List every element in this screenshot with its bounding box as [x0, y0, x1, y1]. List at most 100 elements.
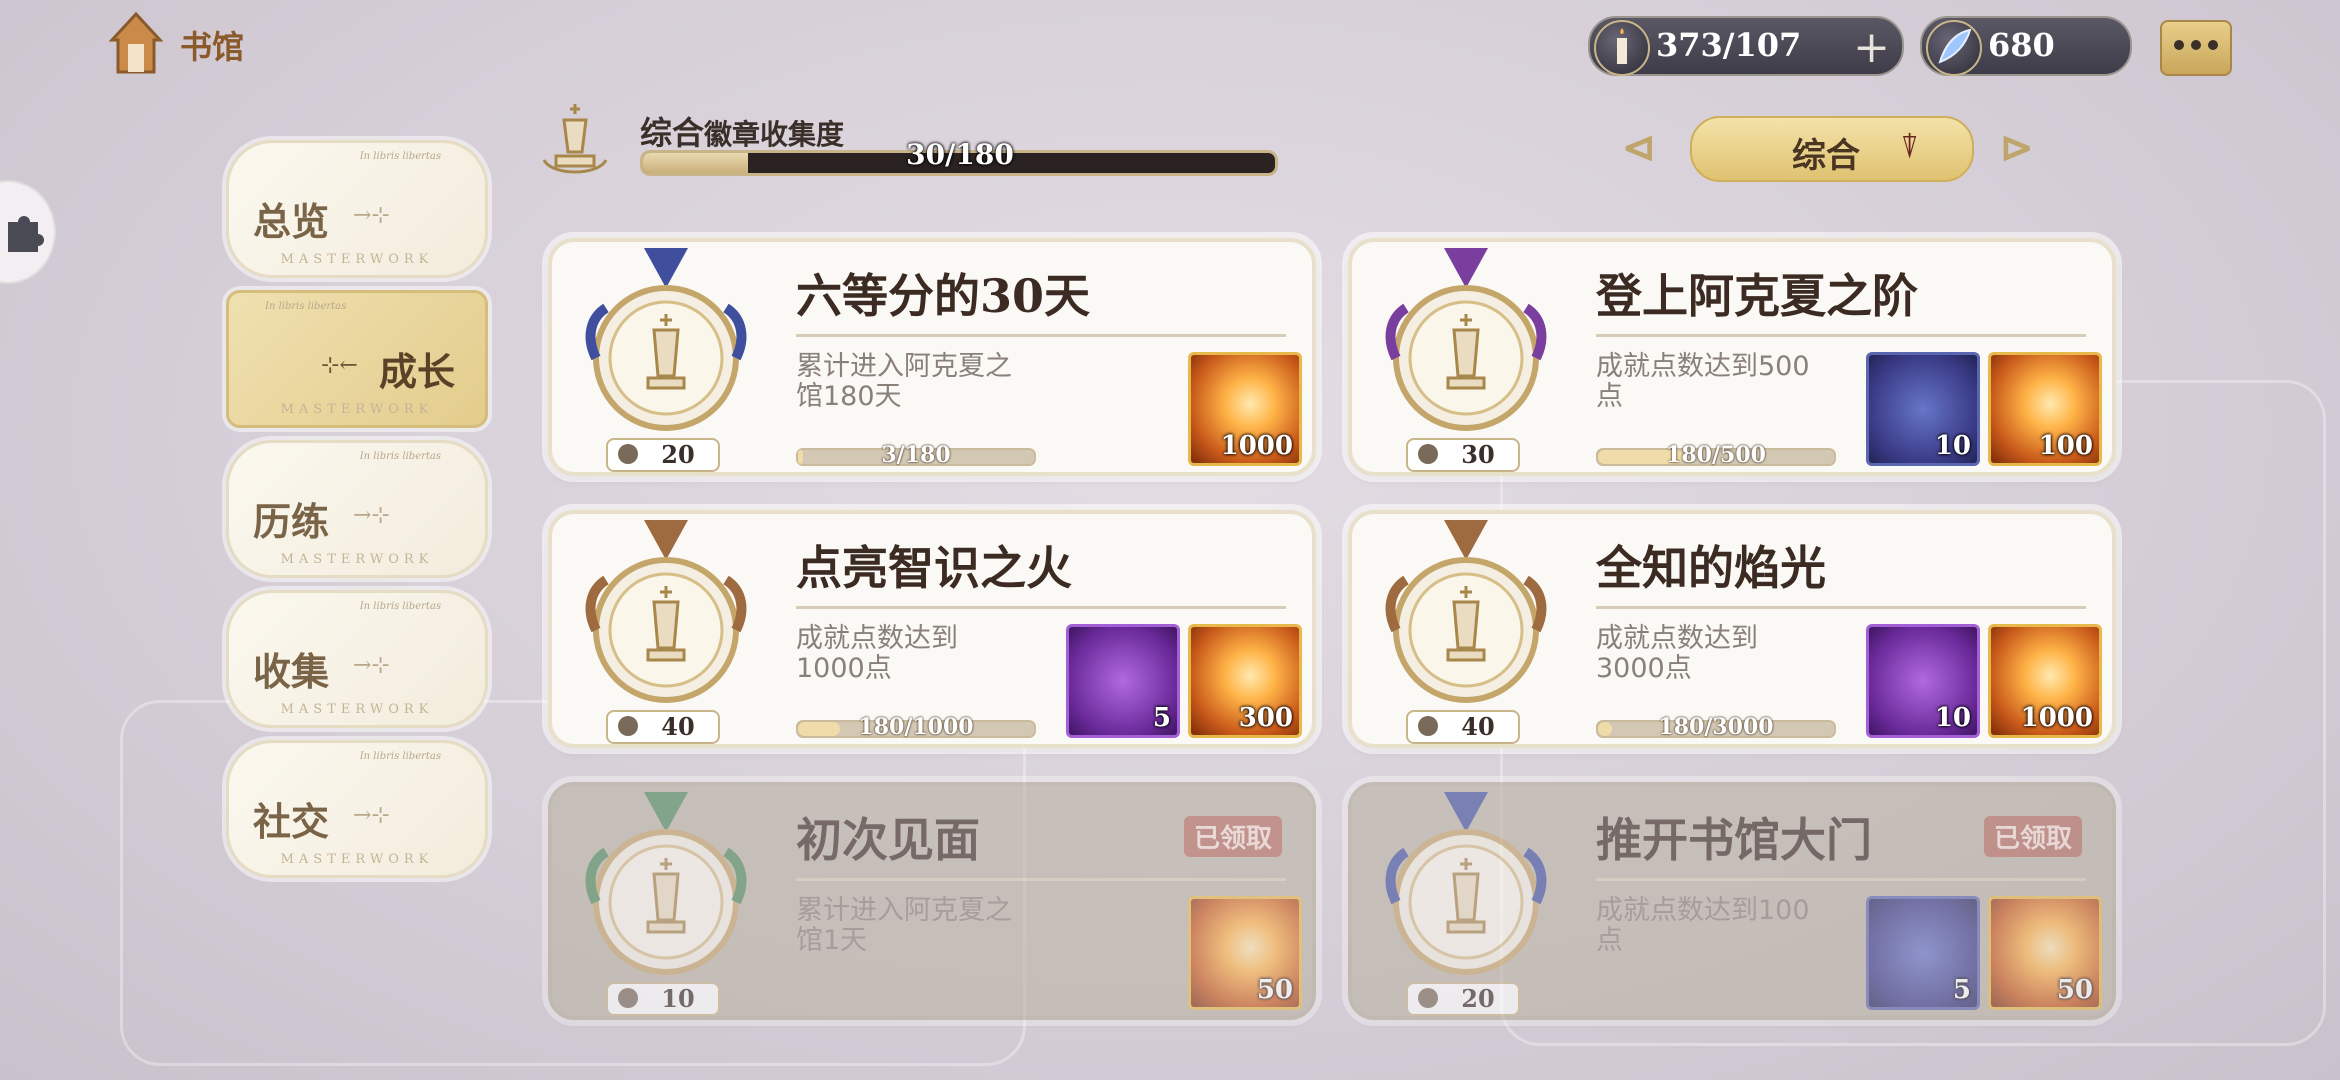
medal-small-icon [618, 444, 638, 464]
reward-count: 10 [1934, 703, 1971, 733]
filter-dropdown[interactable]: 综合 ⍒ [1690, 116, 1974, 182]
medal-small-icon [618, 988, 638, 1008]
achievement-title: 推开书馆大门 [1596, 813, 1872, 867]
feather-reward-icon[interactable]: 1000 [1188, 352, 1302, 466]
reward-count: 100 [2038, 431, 2093, 461]
add-candle-button[interactable]: + [1853, 22, 1890, 73]
feather-reward-icon[interactable]: 1000 [1988, 624, 2102, 738]
achievement-progress-text: 3/180 [881, 442, 951, 468]
title-divider [1596, 878, 2086, 881]
sidebar-item-label: 总览 [253, 199, 330, 244]
medal-small-icon [1418, 988, 1438, 1008]
achievement-progress-text: 180/3000 [1658, 714, 1774, 740]
home-icon[interactable] [108, 10, 164, 76]
medal-icon [582, 248, 750, 444]
achievement-card[interactable]: 20 六等分的30天 累计进入阿克夏之馆180天 3/180 1000 [548, 238, 1316, 476]
filter-marker-icon: ⍒ [1900, 128, 1920, 166]
title-divider [796, 334, 1286, 337]
reward-count: 5 [1952, 975, 1971, 1005]
medal-icon [582, 520, 750, 716]
gift-reward-icon[interactable]: 5 [1066, 624, 1180, 738]
achievement-description: 成就点数达到1000点 [796, 623, 958, 684]
achievement-card[interactable]: 40 全知的焰光 成就点数达到3000点 180/3000 10 1000 [1348, 510, 2116, 748]
medal-level-badge: 10 [606, 982, 720, 1016]
achievement-card[interactable]: 20 推开书馆大门 成就点数达到100点 已领取 5 50 [1348, 782, 2116, 1020]
achievement-card[interactable]: 10 初次见面 累计进入阿克夏之馆1天 已领取 50 [548, 782, 1316, 1020]
chat-dot-icon [2208, 40, 2218, 50]
medal-small-icon [1418, 716, 1438, 736]
feather-reward-icon[interactable]: 50 [1188, 896, 1302, 1010]
sidebar-item-label: 社交 [253, 799, 330, 844]
medal-icon [582, 792, 750, 988]
achievement-description: 成就点数达到3000点 [1596, 623, 1758, 684]
gift-reward-icon[interactable]: 10 [1866, 624, 1980, 738]
reward-count: 300 [1238, 703, 1293, 733]
achievement-progress-text: 180/500 [1666, 442, 1766, 468]
feather-reward-icon[interactable]: 100 [1988, 352, 2102, 466]
medal-icon [1382, 792, 1550, 988]
reward-count: 1000 [1220, 431, 1293, 461]
crystal-resource: 680 [1920, 16, 2132, 76]
medal-level-badge: 30 [1406, 438, 1520, 472]
reward-count: 50 [2056, 975, 2093, 1005]
sidebar-item-collection[interactable]: In libris libertas 收集 →⊹ MASTERWORK [226, 590, 488, 728]
achievement-description: 累计进入阿克夏之馆180天 [796, 351, 1012, 412]
candle-count: 373/107 [1656, 26, 1802, 64]
crystal-feather-icon [1926, 20, 1982, 76]
arrow-left-icon: ⊹← [321, 353, 358, 378]
arrow-right-icon: →⊹ [353, 203, 390, 228]
arrow-right-icon: →⊹ [353, 653, 390, 678]
gift-reward-icon[interactable]: 5 [1866, 896, 1980, 1010]
arrow-right-icon: →⊹ [353, 503, 390, 528]
collection-title-rest: 徽章收集度 [704, 118, 845, 151]
medal-level-value: 20 [1461, 984, 1495, 1013]
sidebar-item-growth[interactable]: In libris libertas ⊹← 成长 MASTERWORK [226, 290, 488, 428]
sidebar-tag: In libris libertas [359, 751, 441, 762]
medal-level-value: 20 [661, 440, 695, 469]
medal-level-badge: 20 [606, 438, 720, 472]
medal-small-icon [1418, 444, 1438, 464]
achievement-description: 成就点数达到500点 [1596, 351, 1810, 412]
sidebar-item-overview[interactable]: In libris libertas 总览 →⊹ MASTERWORK [226, 140, 488, 278]
collection-progress-text: 30/180 [906, 138, 1014, 171]
chat-button[interactable] [2160, 20, 2232, 76]
claimed-badge: 已领取 [1983, 816, 2082, 857]
title-divider [1596, 334, 2086, 337]
medal-level-value: 40 [1461, 712, 1495, 741]
sidebar-subtitle: MASTERWORK [280, 402, 434, 417]
title-divider [796, 878, 1286, 881]
sidebar-item-label: 历练 [253, 499, 330, 544]
filter-label: 综合 [1792, 136, 1860, 176]
achievement-progress-text: 180/1000 [858, 714, 974, 740]
achievement-progress-bar: 180/1000 [796, 714, 1036, 740]
achievement-progress-bar: 180/500 [1596, 442, 1836, 468]
sidebar-tag: In libris libertas [359, 601, 441, 612]
achievement-description: 累计进入阿克夏之馆1天 [796, 895, 1012, 956]
gift-reward-icon[interactable]: 10 [1866, 352, 1980, 466]
filter-next-button[interactable]: ⊳ [2000, 124, 2034, 171]
sidebar-subtitle: MASTERWORK [280, 852, 434, 867]
sidebar-subtitle: MASTERWORK [280, 252, 434, 267]
claimed-badge: 已领取 [1183, 816, 1282, 857]
achievement-title: 初次见面 [796, 813, 980, 867]
medal-icon [1382, 248, 1550, 444]
achievement-card[interactable]: 30 登上阿克夏之阶 成就点数达到500点 180/500 10 100 [1348, 238, 2116, 476]
collection-progress-fill [643, 153, 749, 173]
feather-reward-icon[interactable]: 300 [1188, 624, 1302, 738]
filter-prev-button[interactable]: ⊲ [1622, 124, 1656, 171]
collection-title-main: 综合 [640, 114, 705, 152]
sidebar-subtitle: MASTERWORK [280, 552, 434, 567]
puzzle-side-button[interactable] [0, 180, 56, 284]
sidebar-item-social[interactable]: In libris libertas 社交 →⊹ MASTERWORK [226, 740, 488, 878]
sidebar-item-label: 收集 [253, 649, 330, 694]
feather-reward-icon[interactable]: 50 [1988, 896, 2102, 1010]
medal-icon [1382, 520, 1550, 716]
chat-dot-icon [2191, 40, 2201, 50]
sidebar-item-training[interactable]: In libris libertas 历练 →⊹ MASTERWORK [226, 440, 488, 578]
reward-count: 1000 [2020, 703, 2093, 733]
sidebar-tag: In libris libertas [359, 451, 441, 462]
achievement-card[interactable]: 40 点亮智识之火 成就点数达到1000点 180/1000 5 300 [548, 510, 1316, 748]
chat-dot-icon [2174, 40, 2184, 50]
achievement-title: 六等分的30天 [796, 269, 1091, 323]
reward-count: 50 [1256, 975, 1293, 1005]
